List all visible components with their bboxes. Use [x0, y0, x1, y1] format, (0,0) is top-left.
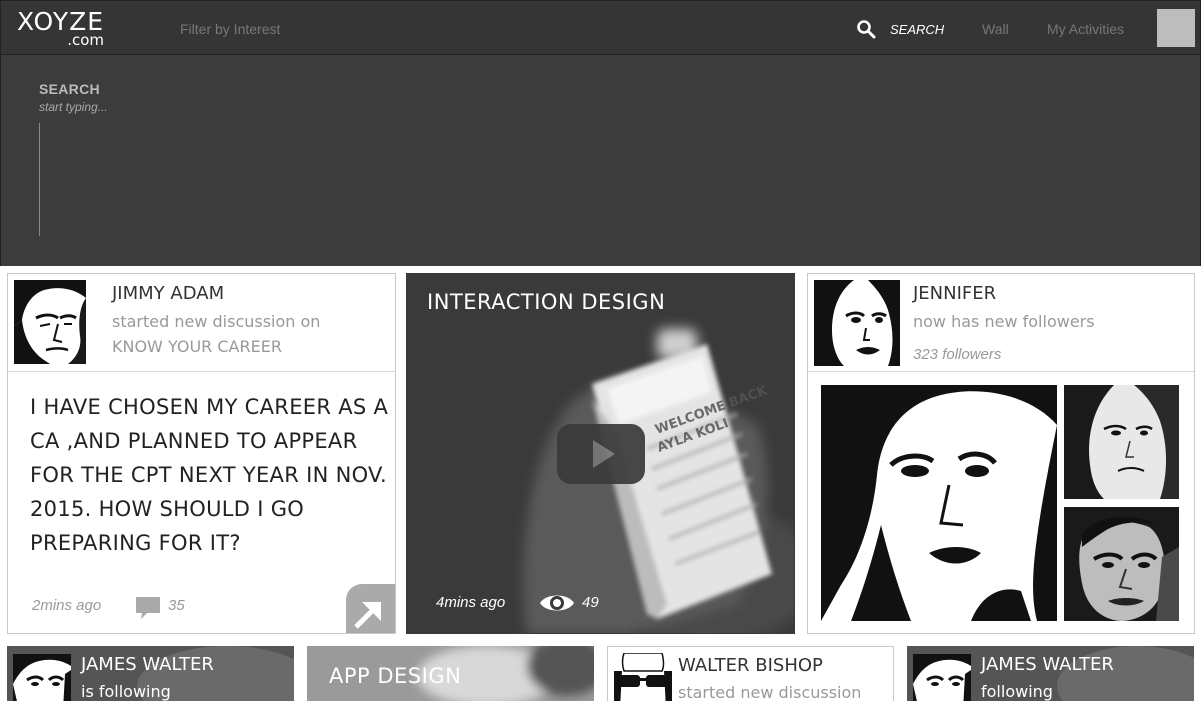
activity-text: following — [981, 682, 1053, 701]
follower-photo[interactable] — [1064, 507, 1179, 621]
search-input-caret[interactable] — [39, 123, 40, 236]
video-title[interactable]: INTERACTION DESIGN — [427, 290, 665, 314]
nav-wall-link[interactable]: Wall — [982, 21, 1009, 37]
topic-title[interactable]: APP DESIGN — [329, 664, 461, 688]
avatar[interactable] — [913, 654, 971, 701]
view-count: 49 — [582, 594, 599, 611]
user-name[interactable]: JAMES WALTER — [981, 654, 1114, 675]
discussion-topic-link[interactable]: KNOW YOUR CAREER — [112, 337, 282, 356]
search-panel: SEARCH start typing... — [0, 55, 1201, 266]
activity-text: now has new followers — [913, 312, 1095, 331]
discussion-card[interactable]: JIMMY ADAM started new discussion on KNO… — [7, 273, 396, 634]
user-name[interactable]: JAMES WALTER — [81, 654, 214, 675]
topic-card[interactable]: APP DESIGN — [307, 646, 594, 701]
site-logo[interactable]: XOYZE .com — [17, 9, 104, 49]
divider — [8, 371, 395, 372]
avatar[interactable] — [614, 653, 672, 701]
comment-icon[interactable] — [135, 596, 161, 620]
avatar[interactable] — [13, 654, 71, 701]
top-navigation-bar: XOYZE .com Filter by Interest SEARCH Wal… — [0, 0, 1201, 55]
play-button[interactable] — [557, 424, 645, 484]
play-icon — [593, 440, 615, 468]
nav-my-activities-link[interactable]: My Activities — [1047, 21, 1124, 37]
timestamp: 4mins ago — [436, 594, 506, 611]
avatar[interactable] — [814, 280, 900, 366]
follower-photo[interactable] — [1064, 385, 1179, 499]
activity-card[interactable]: JAMES WALTER following — [907, 646, 1194, 701]
user-avatar[interactable] — [1157, 9, 1195, 47]
search-input-placeholder[interactable]: start typing... — [39, 100, 108, 114]
followers-card[interactable]: JENNIFER now has new followers 323 follo… — [807, 273, 1195, 634]
search-icon[interactable] — [856, 19, 876, 39]
comment-count: 35 — [168, 597, 185, 614]
followers-count[interactable]: 323 followers — [913, 346, 1001, 363]
share-button[interactable] — [346, 584, 395, 633]
author-name[interactable]: JIMMY ADAM — [112, 283, 224, 304]
user-name[interactable]: JENNIFER — [913, 283, 996, 304]
discussion-card[interactable]: WALTER BISHOP started new discussion — [607, 646, 894, 701]
timestamp: 2mins ago — [32, 597, 102, 614]
activity-text: started new discussion — [678, 683, 862, 701]
divider — [808, 371, 1194, 372]
discussion-question[interactable]: I HAVE CHOSEN MY CAREER AS A CA ,AND PLA… — [30, 390, 390, 560]
video-card[interactable]: WELCOME BACK AYLA KOLI INTERACTION DESIG… — [406, 273, 795, 634]
follower-photo[interactable] — [821, 385, 1057, 621]
activity-card[interactable]: JAMES WALTER is following — [7, 646, 294, 701]
search-link[interactable]: SEARCH — [890, 22, 944, 37]
filter-by-interest-link[interactable]: Filter by Interest — [180, 21, 280, 37]
search-panel-label: SEARCH — [39, 81, 100, 97]
eye-icon — [540, 595, 574, 611]
share-arrow-icon — [354, 602, 381, 629]
activity-text: is following — [81, 682, 171, 701]
avatar[interactable] — [14, 280, 86, 364]
author-name[interactable]: WALTER BISHOP — [678, 655, 823, 676]
activity-text: started new discussion on — [112, 312, 321, 331]
